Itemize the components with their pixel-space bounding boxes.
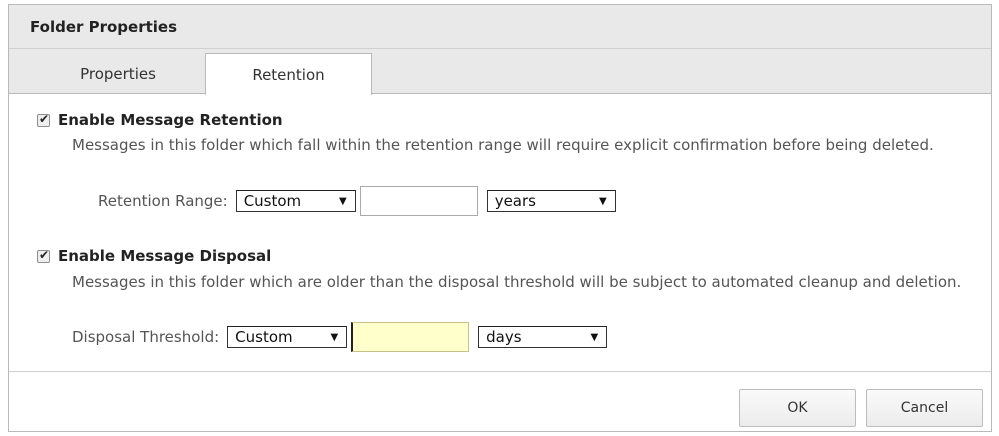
enable-disposal-label[interactable]: Enable Message Disposal: [58, 247, 271, 265]
tab-retention[interactable]: Retention: [205, 53, 372, 95]
check-icon: ✔: [39, 111, 50, 126]
retention-range-input[interactable]: [359, 186, 478, 216]
retention-range-preset-select[interactable]: Custom ▼: [235, 190, 356, 212]
enable-disposal-checkbox[interactable]: ✔: [37, 247, 50, 263]
chevron-down-icon: ▼: [590, 331, 599, 343]
chevron-down-icon: ▼: [330, 331, 339, 343]
retention-unit-value: years: [494, 192, 536, 210]
retention-description: Messages in this folder which fall withi…: [72, 136, 934, 154]
disposal-unit-value: days: [486, 328, 522, 346]
retention-tab-panel: ✔ Enable Message Retention Messages in t…: [9, 94, 991, 376]
disposal-threshold-row: Disposal Threshold: Custom ▼ days ▼: [72, 322, 608, 352]
disposal-threshold-input[interactable]: [351, 322, 470, 352]
enable-retention-row: ✔ Enable Message Retention: [37, 111, 283, 129]
ok-button[interactable]: OK: [739, 389, 856, 427]
enable-retention-label[interactable]: Enable Message Retention: [58, 111, 283, 129]
tab-strip: Properties Retention: [9, 49, 991, 95]
footer-divider: [9, 371, 991, 372]
dialog-title: Folder Properties: [9, 5, 991, 49]
disposal-description: Messages in this folder which are older …: [72, 273, 962, 291]
disposal-threshold-preset-value: Custom: [235, 328, 293, 346]
enable-retention-checkbox[interactable]: ✔: [37, 111, 50, 127]
folder-properties-dialog: Folder Properties Properties Retention ✔…: [8, 4, 992, 432]
enable-disposal-row: ✔ Enable Message Disposal: [37, 247, 271, 265]
retention-range-row: Retention Range: Custom ▼ years ▼: [98, 186, 616, 216]
disposal-threshold-preset-select[interactable]: Custom ▼: [227, 326, 348, 348]
tab-properties[interactable]: Properties: [43, 53, 193, 94]
disposal-threshold-label: Disposal Threshold:: [72, 328, 220, 346]
chevron-down-icon: ▼: [339, 195, 347, 207]
retention-range-preset-value: Custom: [243, 192, 302, 210]
chevron-down-icon: ▼: [599, 195, 607, 207]
cancel-button[interactable]: Cancel: [866, 389, 983, 427]
check-icon: ✔: [39, 247, 50, 262]
retention-unit-select[interactable]: years ▼: [486, 190, 616, 212]
retention-range-label: Retention Range:: [98, 192, 228, 210]
disposal-unit-select[interactable]: days ▼: [478, 326, 608, 348]
